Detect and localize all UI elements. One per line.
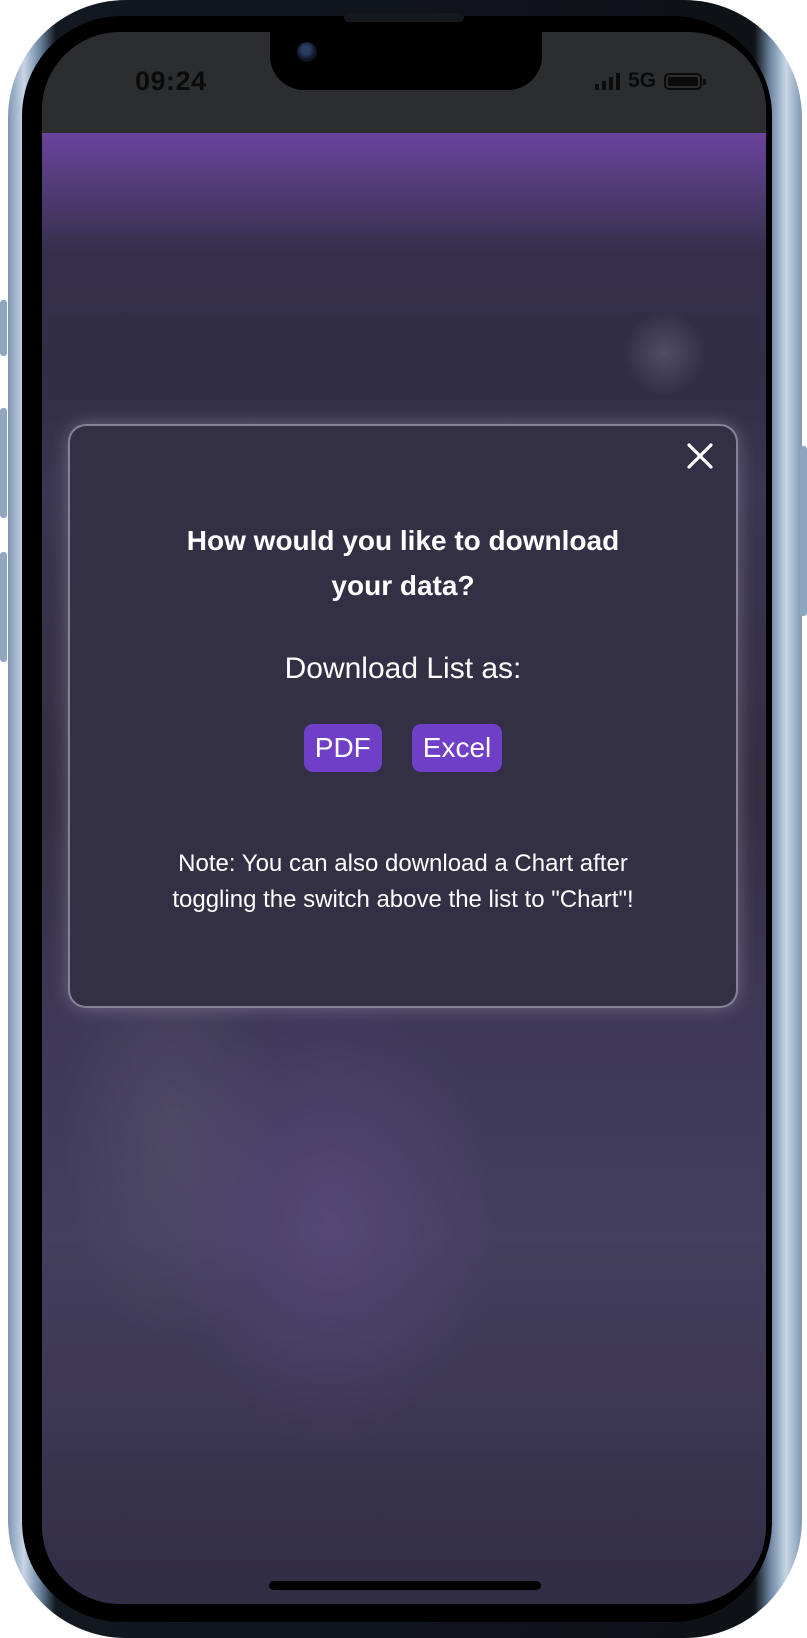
volume-up-button [0, 408, 7, 518]
battery-icon [664, 72, 706, 90]
dialog-title-line-1: How would you like to download [186, 525, 620, 556]
silent-switch [0, 300, 7, 356]
format-button-row: PDF Excel [70, 724, 736, 772]
power-button [800, 446, 807, 616]
notch [270, 32, 542, 90]
pdf-button[interactable]: PDF [303, 724, 382, 772]
network-label: 5G [627, 69, 656, 92]
status-time: 09:24 [135, 66, 207, 96]
note-line-1: Note: You can also download a Chart afte… [178, 850, 628, 877]
note-line-2: toggling the switch above the list to "C… [172, 886, 634, 913]
front-camera-icon [297, 42, 317, 62]
status-bar: 09:24 5G [42, 32, 766, 133]
close-icon [687, 443, 713, 469]
close-button[interactable] [680, 436, 720, 476]
dialog-title-line-2: your data? [331, 570, 475, 601]
signal-icon [594, 72, 620, 90]
download-list-label: Download List as: [284, 652, 522, 685]
chart-download-note: Note: You can also download a Chart afte… [130, 846, 676, 918]
speaker-grille [344, 13, 464, 22]
download-dialog: How would you like to download your data… [68, 424, 738, 1008]
dialog-title: How would you like to download your data… [130, 518, 676, 608]
excel-button[interactable]: Excel [411, 724, 503, 772]
status-icons: 5G [594, 69, 706, 93]
home-indicator[interactable] [269, 1581, 541, 1590]
volume-down-button [0, 552, 7, 662]
